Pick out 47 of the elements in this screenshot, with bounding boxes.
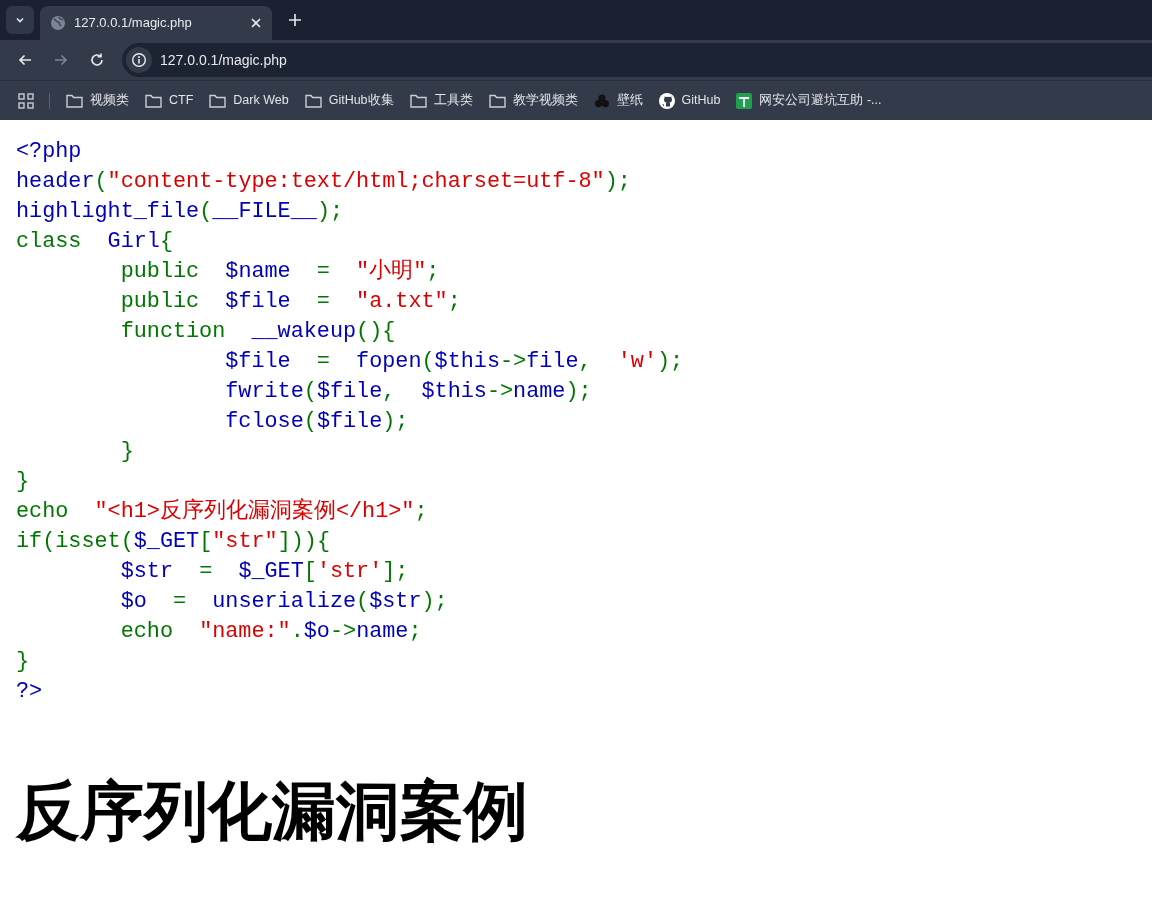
code-line: $file = fopen($this->file, 'w'); [224,349,684,374]
folder-icon [145,93,162,108]
code-line: <?php [16,139,82,164]
code-line: class Girl{ [16,229,173,254]
bookmark-item[interactable]: 壁纸 [585,86,651,115]
new-tab-icon[interactable] [288,13,302,27]
page-heading: 反序列化漏洞案例 [16,775,528,847]
bookmark-item[interactable]: GitHub [650,86,729,115]
code-line: $str = $_GET['str']; [119,559,409,584]
bookmark-item[interactable]: 网安公司避坑互助 -... [728,86,890,115]
folder-icon [409,93,427,108]
folder-icon [66,93,83,108]
browser-tab[interactable]: 127.0.0.1/magic.php [40,6,272,40]
code-line: function __wakeup(){ [119,319,396,344]
folder-icon [488,93,506,108]
bookmark-item[interactable]: GitHub收集 [296,86,402,115]
code-line: } [16,649,30,674]
apps-grid-icon[interactable] [18,92,34,109]
tab-title: 127.0.0.1/magic.php [74,14,193,33]
code-line: fwrite($file, $this->name); [224,379,592,404]
code-line: fclose($file); [224,409,409,434]
bookmark-item[interactable]: Dark Web [201,86,297,115]
site-info-icon[interactable] [126,47,152,73]
code-line: } [119,439,134,464]
code-line: public $name = "小明"; [119,259,440,284]
code-line: header("content-type:text/html;charset=utf-8"); [16,169,631,194]
code-line: $o = unserialize($str); [119,589,448,614]
code-line: } [16,469,30,494]
github-icon [658,92,675,109]
folder-icon [304,93,322,108]
code-line: highlight_file(__FILE__); [16,199,344,224]
code-line: echo "name:".$o->name; [119,619,422,644]
close-icon[interactable] [250,17,262,29]
code-line: public $file = "a.txt"; [119,289,461,314]
code-line: ?> [16,679,43,704]
code-line: echo "<h1>反序列化漏洞案例</h1>"; [16,499,428,524]
bookmark-item[interactable]: 教学视频类 [480,86,586,115]
address-text: 127.0.0.1/magic.php [160,50,287,70]
globe-icon [50,15,66,31]
clover-icon [593,92,610,109]
code-line: if(isset($_GET["str"])){ [16,529,330,554]
bookmark-item[interactable]: 工具类 [401,86,481,115]
spreadsheet-icon [736,92,753,109]
bookmark-item[interactable]: CTF [137,86,202,115]
folder-icon [209,93,227,108]
bookmark-item[interactable]: 视频类 [58,86,137,115]
address-bar[interactable]: 127.0.0.1/magic.php [122,43,1152,77]
